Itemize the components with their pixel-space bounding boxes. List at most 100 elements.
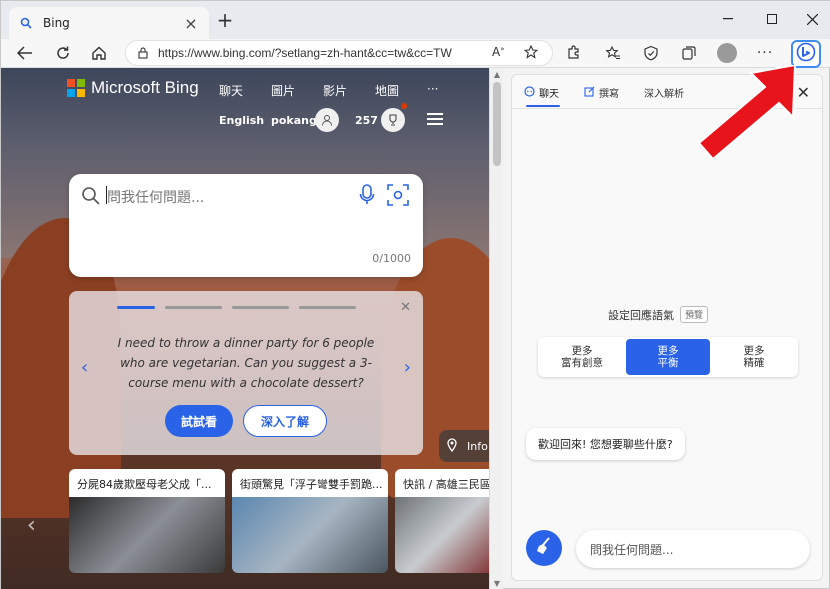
carousel-dot[interactable] <box>299 306 356 309</box>
tab-close-icon[interactable]: × <box>183 14 199 33</box>
browser-window: Bing × + https://www.bing.com/?setlang=z… <box>0 0 830 589</box>
carousel-indicators <box>117 306 356 309</box>
news-title: 分屍84歲欺壓母老父成「... <box>69 469 225 497</box>
suggestion-text: I need to throw a dinner party for 6 peo… <box>117 336 375 390</box>
news-thumbnail <box>395 497 489 573</box>
nav-chat[interactable]: 聊天 <box>219 82 243 99</box>
browser-essentials-icon[interactable] <box>639 41 663 65</box>
microphone-icon[interactable] <box>359 184 375 210</box>
news-card[interactable]: 街頭驚見「浮子彎雙手罰跪... <box>232 469 388 573</box>
tone-heading: 設定回應語氣 預覽 <box>608 306 709 323</box>
profile-avatar[interactable] <box>717 43 737 63</box>
minimize-icon[interactable] <box>713 9 743 29</box>
tone-line2: 精確 <box>743 357 765 369</box>
rewards-trophy-icon[interactable] <box>381 108 405 132</box>
extensions-icon[interactable] <box>561 41 585 65</box>
bing-logo-text: Microsoft Bing <box>91 78 199 97</box>
character-counter: 0/1000 <box>372 252 411 265</box>
annotation-arrow-icon <box>697 65 797 161</box>
tab-strip: Bing × + <box>1 1 830 39</box>
back-icon[interactable] <box>13 41 37 65</box>
scroll-down-icon[interactable]: ▼ <box>492 579 502 588</box>
refresh-icon[interactable] <box>51 41 75 65</box>
tab-compose-label: 撰寫 <box>599 89 619 100</box>
news-card[interactable]: 分屍84歲欺壓母老父成「... <box>69 469 225 573</box>
tone-line1: 更多 <box>743 345 765 357</box>
search-box[interactable]: 問我任何問題... 0/1000 <box>69 174 423 277</box>
scroll-up-icon[interactable]: ▲ <box>492 70 502 79</box>
search-placeholder[interactable]: 問我任何問題... <box>107 187 204 207</box>
tab-insights-label: 深入解析 <box>644 89 684 100</box>
tone-line1: 更多 <box>571 345 593 357</box>
tone-line2: 平衡 <box>657 357 679 369</box>
bing-homepage: Microsoft Bing 聊天 圖片 影片 地圖 ··· English p… <box>1 68 489 589</box>
add-favorite-icon[interactable] <box>523 44 539 63</box>
compose-icon <box>584 86 595 100</box>
news-title: 快訊 / 高雄三民區 <box>395 469 489 497</box>
nav-videos[interactable]: 影片 <box>323 82 347 99</box>
active-tab-indicator <box>526 105 560 107</box>
url-text[interactable]: https://www.bing.com/?setlang=zh-hant&cc… <box>158 46 452 60</box>
bing-chat-button[interactable] <box>791 40 821 68</box>
collections-icon[interactable] <box>677 41 701 65</box>
info-button[interactable]: Info <box>439 430 489 462</box>
try-it-button[interactable]: 試試看 <box>165 405 233 437</box>
visual-search-icon[interactable] <box>387 184 409 210</box>
maximize-icon[interactable] <box>757 9 787 29</box>
carousel-dot[interactable] <box>232 306 289 309</box>
hamburger-menu-icon[interactable] <box>427 113 443 125</box>
broom-icon <box>534 536 554 560</box>
chat-icon <box>524 85 535 100</box>
learn-more-button[interactable]: 深入了解 <box>243 405 327 437</box>
rewards-points[interactable]: 257 <box>355 114 378 127</box>
news-previous-arrow-icon[interactable]: ‹ <box>27 513 36 538</box>
tone-balanced-button[interactable]: 更多 平衡 <box>626 339 710 375</box>
user-avatar[interactable] <box>315 108 339 132</box>
username-label[interactable]: pokang <box>271 114 317 127</box>
search-icon <box>81 186 101 210</box>
tone-creative-button[interactable]: 更多 富有創意 <box>540 339 624 375</box>
read-aloud-icon[interactable]: A» <box>492 45 505 59</box>
browser-toolbar: https://www.bing.com/?setlang=zh-hant&cc… <box>1 39 830 68</box>
tone-line2: 富有創意 <box>561 357 603 369</box>
new-tab-button[interactable]: + <box>215 10 235 31</box>
nav-more[interactable]: ··· <box>427 82 438 96</box>
bing-copilot-icon <box>796 42 816 66</box>
tone-precise-button[interactable]: 更多 精確 <box>712 339 796 375</box>
browser-tab[interactable]: Bing × <box>9 7 209 39</box>
tab-insights[interactable]: 深入解析 <box>644 85 684 100</box>
info-label: Info <box>467 439 488 453</box>
carousel-dot[interactable] <box>117 306 155 309</box>
tab-compose[interactable]: 撰寫 <box>584 85 619 100</box>
lock-icon[interactable] <box>138 44 148 63</box>
tone-label: 設定回應語氣 <box>608 308 674 322</box>
previous-arrow-icon[interactable]: ‹ <box>81 357 88 378</box>
news-thumbnail <box>232 497 388 573</box>
page-scrollbar[interactable]: ▲ ▼ <box>489 68 503 589</box>
conversation-style-selector: 更多 富有創意 更多 平衡 更多 精確 <box>538 337 798 377</box>
bing-logo[interactable]: Microsoft Bing <box>67 78 199 98</box>
nav-images[interactable]: 圖片 <box>271 82 295 99</box>
welcome-message: 歡迎回來! 您想要聊些什麼? <box>526 428 685 460</box>
notification-dot <box>401 103 407 109</box>
location-pin-icon <box>447 437 457 455</box>
microsoft-logo-icon <box>67 79 85 97</box>
news-card[interactable]: 快訊 / 高雄三民區 <box>395 469 489 573</box>
scrollbar-thumb[interactable] <box>493 82 501 166</box>
card-close-icon[interactable]: ✕ <box>400 300 411 315</box>
language-link[interactable]: English <box>219 114 264 127</box>
tab-title: Bing <box>43 16 70 30</box>
nav-maps[interactable]: 地圖 <box>375 82 399 99</box>
more-options-icon[interactable]: ··· <box>753 41 777 65</box>
home-icon[interactable] <box>87 41 111 65</box>
tone-line1: 更多 <box>657 345 679 357</box>
chat-input[interactable]: 問我任何問題... <box>576 530 810 568</box>
tab-chat[interactable]: 聊天 <box>524 85 559 100</box>
next-arrow-icon[interactable]: › <box>404 357 411 378</box>
close-window-icon[interactable] <box>797 9 827 29</box>
news-title: 街頭驚見「浮子彎雙手罰跪... <box>232 469 388 497</box>
favorites-icon[interactable] <box>601 41 625 65</box>
carousel-dot[interactable] <box>165 306 222 309</box>
address-bar[interactable]: https://www.bing.com/?setlang=zh-hant&cc… <box>125 40 553 66</box>
new-topic-button[interactable] <box>526 530 562 566</box>
